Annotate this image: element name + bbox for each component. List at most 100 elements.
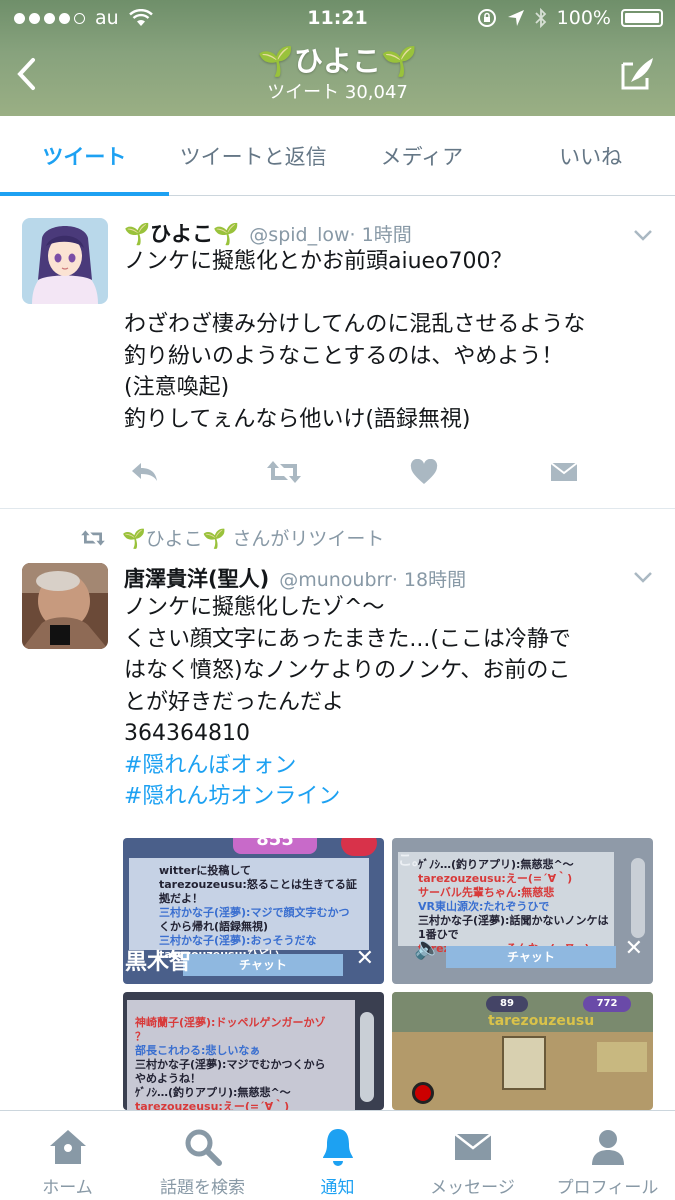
tab-tweets[interactable]: ツイート bbox=[0, 116, 169, 196]
retweeted-by-text[interactable]: 🌱ひよこ🌱 さんがリツイート bbox=[122, 524, 384, 551]
battery-icon bbox=[621, 9, 663, 27]
close-icon: ✕ bbox=[355, 946, 374, 971]
tweet-author-name[interactable]: 唐澤貴洋(聖人) bbox=[124, 563, 269, 593]
hashtag-link[interactable]: #隠れんぼオォン bbox=[124, 750, 654, 782]
close-icon: ✕ bbox=[624, 936, 643, 961]
chat-message: 1番ひで bbox=[418, 928, 459, 941]
retweet-button[interactable] bbox=[264, 452, 304, 492]
chat-message: 部長これわる:悲しいなぁ bbox=[135, 1044, 261, 1057]
media-image[interactable]: 855 witterに投稿して tarezouzeusu:怒ることは生きてる証 … bbox=[123, 838, 384, 984]
tweet-line: 釣り紛いのようなことするのは、やめよう！ bbox=[124, 343, 564, 369]
tweet-line: ノンケに擬態化とかお前頭aiueo700？ bbox=[124, 249, 513, 274]
tweet-text: ノンケに擬態化とかお前頭aiueo700？ わざわざ棲み分けしてんのに混乱させる… bbox=[124, 246, 654, 435]
tab-profile[interactable]: プロフィール bbox=[540, 1111, 675, 1200]
chevron-down-icon[interactable] bbox=[633, 228, 653, 242]
tweet-author-handle[interactable]: @spid_low bbox=[249, 224, 349, 246]
person-icon bbox=[591, 1130, 624, 1165]
profile-name: 🌱ひよこ🌱 bbox=[257, 44, 418, 78]
score-number: 855 bbox=[233, 838, 317, 854]
compose-button[interactable] bbox=[615, 52, 659, 96]
tweet-actions bbox=[124, 452, 584, 492]
chat-message: VR東山源次:たれぞうひで bbox=[418, 900, 550, 913]
chat-log: 神崎蘭子(淫夢):ドッペルゲンガーかゾ ？ 部長これわる:悲しいなぁ 三村かな子… bbox=[127, 1000, 355, 1110]
chat-message: 三村かな子(淫夢):おっそうだな bbox=[159, 934, 317, 947]
tab-label: 通知 bbox=[320, 1178, 355, 1198]
tweet-timestamp: · 18時間 bbox=[391, 569, 467, 591]
compose-icon bbox=[621, 58, 653, 90]
reply-button[interactable] bbox=[124, 452, 164, 492]
tab-media[interactable]: メディア bbox=[338, 116, 507, 195]
bluetooth-icon bbox=[535, 8, 546, 28]
chat-log: witterに投稿して tarezouzeusu:怒ることは生きてる証 拠だよ！… bbox=[129, 858, 369, 961]
orientation-lock-icon bbox=[477, 9, 496, 27]
avatar[interactable] bbox=[22, 218, 108, 304]
chat-button: チャット bbox=[446, 946, 616, 968]
tab-label: メッセージ bbox=[430, 1178, 515, 1198]
retweet-icon bbox=[267, 461, 301, 483]
reply-icon bbox=[132, 463, 157, 481]
photo-avatar-image bbox=[22, 563, 108, 649]
tab-tweets-and-replies[interactable]: ツイートと返信 bbox=[169, 116, 338, 195]
chat-message: 三村かな子(淫夢):マジでむかつくから bbox=[135, 1058, 326, 1071]
tweet-line: 釣りしてぇんなら他いけ(語録無視) bbox=[124, 406, 471, 432]
tab-label: 話題を検索 bbox=[160, 1178, 245, 1198]
hashtag-link[interactable]: #隠れん坊オンライン bbox=[124, 781, 654, 813]
chat-button: チャット bbox=[183, 954, 343, 976]
chat-message: tarezouzeusu:怒ることは生きてる証 bbox=[159, 878, 357, 891]
tab-notifications[interactable]: 通知 bbox=[270, 1111, 405, 1200]
chat-message: ｹﾞﾉｼ…(釣りアプリ):無慈悲^〜 bbox=[418, 858, 574, 871]
chat-message: 神崎蘭子(淫夢):ドッペルゲンガーかゾ bbox=[135, 1016, 326, 1029]
battery-percent: 100% bbox=[556, 7, 611, 29]
tweet-author-name[interactable]: 🌱ひよこ🌱 bbox=[124, 218, 239, 248]
avatar[interactable] bbox=[22, 563, 108, 649]
tweet-line: はなく憤怒)なノンケよりのノンケ、お前のこ bbox=[124, 658, 571, 683]
chevron-down-icon[interactable] bbox=[633, 570, 653, 584]
anime-avatar-image bbox=[22, 218, 108, 304]
chat-message: witterに投稿して bbox=[159, 864, 252, 877]
record-button bbox=[412, 1082, 434, 1104]
tab-search[interactable]: 話題を検索 bbox=[135, 1111, 270, 1200]
chat-message: 拠だよ！ bbox=[159, 892, 203, 905]
tweet-count: ツイート 30,047 bbox=[267, 82, 408, 103]
envelope-icon bbox=[550, 462, 578, 481]
chat-message: 三村かな子(淫夢):マジで顔文字むかつ bbox=[159, 906, 350, 919]
direct-message-button[interactable] bbox=[544, 452, 584, 492]
profile-header: au 11:21 100% 🌱ひよこ🌱 ツイート 30,047 bbox=[0, 0, 675, 116]
media-image[interactable]: 神崎蘭子(淫夢):ドッペルゲンガーかゾ ？ 部長これわる:悲しいなぁ 三村かな子… bbox=[123, 992, 384, 1110]
bell-icon bbox=[322, 1129, 353, 1166]
tweet-line: くさい顔文字にあったまきた...(ここは冷静で bbox=[124, 626, 571, 652]
tweet-line: とが好きだったんだよ bbox=[124, 689, 345, 715]
chat-message: くから帰れ(語録無視) bbox=[159, 920, 269, 933]
media-image[interactable]: こ。 ｹﾞﾉｼ…(釣りアプリ):無慈悲^〜 tarezouzeusu:えー(=´… bbox=[392, 838, 653, 984]
tweet-line: (注意喚起) bbox=[124, 375, 230, 400]
chat-message: ？ bbox=[135, 1030, 146, 1043]
chat-message: ｹﾞﾉｼ…(釣りアプリ):無慈悲^〜 bbox=[135, 1086, 291, 1099]
chat-message: やめようね！ bbox=[135, 1072, 201, 1085]
tweet-line bbox=[124, 278, 654, 310]
retweet-icon bbox=[81, 529, 105, 546]
tab-likes[interactable]: いいね bbox=[506, 116, 675, 195]
status-bar: au 11:21 100% bbox=[0, 0, 675, 38]
chat-message: サーバル先輩ちゃん:無慈悲 bbox=[418, 886, 555, 899]
tab-messages[interactable]: メッセージ bbox=[405, 1111, 540, 1200]
tweet-text: ノンケに擬態化したゾ^〜 くさい顔文字にあったまきた...(ここは冷静で はなく… bbox=[124, 592, 654, 813]
envelope-icon bbox=[453, 1133, 492, 1160]
media-image[interactable]: 89 772 tarezouzeusu bbox=[392, 992, 653, 1110]
tweet-card[interactable]: 🌱ひよこ🌱 @spid_low · 1時間 ノンケに擬態化とかお前頭aiueo7… bbox=[0, 196, 675, 508]
tweet-line: 364364810 bbox=[124, 721, 250, 746]
tab-home[interactable]: ホーム bbox=[0, 1111, 135, 1200]
tab-label: プロフィール bbox=[556, 1178, 659, 1198]
score-counter: 772 bbox=[583, 996, 631, 1012]
bottom-tab-bar: ホーム 話題を検索 通知 メッセージ プロフィール bbox=[0, 1110, 675, 1200]
tab-label: ホーム bbox=[42, 1178, 93, 1198]
chat-message: tarezouzeusu:えー(=´∀｀) bbox=[135, 1100, 290, 1110]
chat-message: 三村かな子(淫夢):話聞かないノンケは bbox=[418, 914, 609, 927]
slider bbox=[631, 858, 645, 938]
tweet-line: わざわざ棲み分けしてんのに混乱させるような bbox=[124, 312, 586, 337]
like-button[interactable] bbox=[404, 452, 444, 492]
home-icon bbox=[49, 1130, 86, 1164]
tweet-author-handle[interactable]: @munoubrr bbox=[279, 569, 392, 591]
slider bbox=[360, 1012, 374, 1102]
divider bbox=[0, 508, 675, 509]
media-grid: 855 witterに投稿して tarezouzeusu:怒ることは生きてる証 … bbox=[123, 838, 653, 1110]
